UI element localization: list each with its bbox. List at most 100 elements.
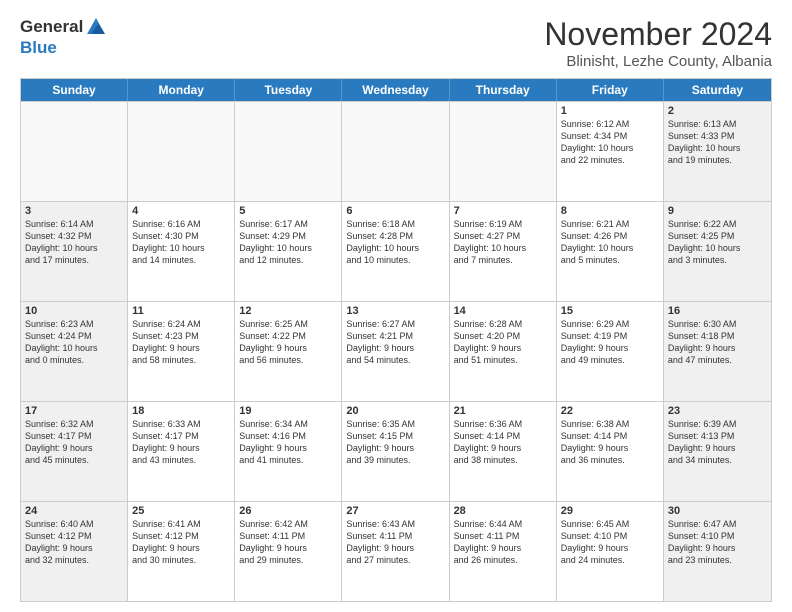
day-number: 13 bbox=[346, 305, 444, 317]
calendar-cell bbox=[235, 102, 342, 201]
calendar-cell: 30Sunrise: 6:47 AMSunset: 4:10 PMDayligh… bbox=[664, 502, 771, 601]
calendar-cell: 10Sunrise: 6:23 AMSunset: 4:24 PMDayligh… bbox=[21, 302, 128, 401]
calendar-cell: 15Sunrise: 6:29 AMSunset: 4:19 PMDayligh… bbox=[557, 302, 664, 401]
calendar-cell: 25Sunrise: 6:41 AMSunset: 4:12 PMDayligh… bbox=[128, 502, 235, 601]
calendar-cell: 22Sunrise: 6:38 AMSunset: 4:14 PMDayligh… bbox=[557, 402, 664, 501]
day-number: 29 bbox=[561, 505, 659, 517]
day-number: 14 bbox=[454, 305, 552, 317]
calendar-cell: 4Sunrise: 6:16 AMSunset: 4:30 PMDaylight… bbox=[128, 202, 235, 301]
calendar-cell: 5Sunrise: 6:17 AMSunset: 4:29 PMDaylight… bbox=[235, 202, 342, 301]
calendar-cell: 14Sunrise: 6:28 AMSunset: 4:20 PMDayligh… bbox=[450, 302, 557, 401]
logo-general: General bbox=[20, 17, 83, 37]
calendar-cell: 18Sunrise: 6:33 AMSunset: 4:17 PMDayligh… bbox=[128, 402, 235, 501]
day-info: Sunrise: 6:19 AMSunset: 4:27 PMDaylight:… bbox=[454, 218, 552, 267]
header-sunday: Sunday bbox=[21, 79, 128, 101]
calendar-cell: 13Sunrise: 6:27 AMSunset: 4:21 PMDayligh… bbox=[342, 302, 449, 401]
calendar-week-2: 3Sunrise: 6:14 AMSunset: 4:32 PMDaylight… bbox=[21, 201, 771, 301]
day-number: 15 bbox=[561, 305, 659, 317]
header-saturday: Saturday bbox=[664, 79, 771, 101]
day-info: Sunrise: 6:17 AMSunset: 4:29 PMDaylight:… bbox=[239, 218, 337, 267]
calendar-cell: 7Sunrise: 6:19 AMSunset: 4:27 PMDaylight… bbox=[450, 202, 557, 301]
day-number: 25 bbox=[132, 505, 230, 517]
day-number: 6 bbox=[346, 205, 444, 217]
day-info: Sunrise: 6:36 AMSunset: 4:14 PMDaylight:… bbox=[454, 418, 552, 467]
day-info: Sunrise: 6:38 AMSunset: 4:14 PMDaylight:… bbox=[561, 418, 659, 467]
calendar-cell: 17Sunrise: 6:32 AMSunset: 4:17 PMDayligh… bbox=[21, 402, 128, 501]
calendar-cell: 1Sunrise: 6:12 AMSunset: 4:34 PMDaylight… bbox=[557, 102, 664, 201]
header: General Blue November 2024 Blinisht, Lez… bbox=[20, 16, 772, 70]
day-info: Sunrise: 6:16 AMSunset: 4:30 PMDaylight:… bbox=[132, 218, 230, 267]
day-number: 20 bbox=[346, 405, 444, 417]
day-number: 24 bbox=[25, 505, 123, 517]
day-info: Sunrise: 6:32 AMSunset: 4:17 PMDaylight:… bbox=[25, 418, 123, 467]
calendar-cell: 21Sunrise: 6:36 AMSunset: 4:14 PMDayligh… bbox=[450, 402, 557, 501]
day-number: 23 bbox=[668, 405, 767, 417]
day-info: Sunrise: 6:29 AMSunset: 4:19 PMDaylight:… bbox=[561, 318, 659, 367]
calendar-cell: 29Sunrise: 6:45 AMSunset: 4:10 PMDayligh… bbox=[557, 502, 664, 601]
day-number: 10 bbox=[25, 305, 123, 317]
calendar-header: Sunday Monday Tuesday Wednesday Thursday… bbox=[21, 79, 771, 101]
day-info: Sunrise: 6:23 AMSunset: 4:24 PMDaylight:… bbox=[25, 318, 123, 367]
day-info: Sunrise: 6:13 AMSunset: 4:33 PMDaylight:… bbox=[668, 118, 767, 167]
day-info: Sunrise: 6:12 AMSunset: 4:34 PMDaylight:… bbox=[561, 118, 659, 167]
day-info: Sunrise: 6:30 AMSunset: 4:18 PMDaylight:… bbox=[668, 318, 767, 367]
day-info: Sunrise: 6:33 AMSunset: 4:17 PMDaylight:… bbox=[132, 418, 230, 467]
day-number: 16 bbox=[668, 305, 767, 317]
calendar-week-5: 24Sunrise: 6:40 AMSunset: 4:12 PMDayligh… bbox=[21, 501, 771, 601]
header-friday: Friday bbox=[557, 79, 664, 101]
day-info: Sunrise: 6:47 AMSunset: 4:10 PMDaylight:… bbox=[668, 518, 767, 567]
calendar-cell: 8Sunrise: 6:21 AMSunset: 4:26 PMDaylight… bbox=[557, 202, 664, 301]
day-info: Sunrise: 6:27 AMSunset: 4:21 PMDaylight:… bbox=[346, 318, 444, 367]
day-number: 1 bbox=[561, 105, 659, 117]
day-number: 12 bbox=[239, 305, 337, 317]
calendar-week-3: 10Sunrise: 6:23 AMSunset: 4:24 PMDayligh… bbox=[21, 301, 771, 401]
day-info: Sunrise: 6:44 AMSunset: 4:11 PMDaylight:… bbox=[454, 518, 552, 567]
location-subtitle: Blinisht, Lezhe County, Albania bbox=[544, 53, 772, 70]
logo: General Blue bbox=[20, 16, 107, 58]
day-number: 30 bbox=[668, 505, 767, 517]
day-number: 8 bbox=[561, 205, 659, 217]
day-number: 19 bbox=[239, 405, 337, 417]
day-info: Sunrise: 6:39 AMSunset: 4:13 PMDaylight:… bbox=[668, 418, 767, 467]
calendar-cell bbox=[342, 102, 449, 201]
title-block: November 2024 Blinisht, Lezhe County, Al… bbox=[544, 16, 772, 70]
logo-icon bbox=[85, 16, 107, 38]
day-info: Sunrise: 6:41 AMSunset: 4:12 PMDaylight:… bbox=[132, 518, 230, 567]
calendar-cell: 12Sunrise: 6:25 AMSunset: 4:22 PMDayligh… bbox=[235, 302, 342, 401]
day-number: 18 bbox=[132, 405, 230, 417]
day-info: Sunrise: 6:28 AMSunset: 4:20 PMDaylight:… bbox=[454, 318, 552, 367]
day-info: Sunrise: 6:45 AMSunset: 4:10 PMDaylight:… bbox=[561, 518, 659, 567]
day-number: 21 bbox=[454, 405, 552, 417]
calendar-cell: 24Sunrise: 6:40 AMSunset: 4:12 PMDayligh… bbox=[21, 502, 128, 601]
calendar-cell: 27Sunrise: 6:43 AMSunset: 4:11 PMDayligh… bbox=[342, 502, 449, 601]
day-info: Sunrise: 6:24 AMSunset: 4:23 PMDaylight:… bbox=[132, 318, 230, 367]
day-info: Sunrise: 6:14 AMSunset: 4:32 PMDaylight:… bbox=[25, 218, 123, 267]
page: General Blue November 2024 Blinisht, Lez… bbox=[0, 0, 792, 612]
day-info: Sunrise: 6:18 AMSunset: 4:28 PMDaylight:… bbox=[346, 218, 444, 267]
calendar-week-1: 1Sunrise: 6:12 AMSunset: 4:34 PMDaylight… bbox=[21, 101, 771, 201]
calendar-cell: 9Sunrise: 6:22 AMSunset: 4:25 PMDaylight… bbox=[664, 202, 771, 301]
calendar-cell: 2Sunrise: 6:13 AMSunset: 4:33 PMDaylight… bbox=[664, 102, 771, 201]
day-number: 22 bbox=[561, 405, 659, 417]
calendar-cell: 23Sunrise: 6:39 AMSunset: 4:13 PMDayligh… bbox=[664, 402, 771, 501]
day-number: 17 bbox=[25, 405, 123, 417]
day-number: 7 bbox=[454, 205, 552, 217]
logo-blue: Blue bbox=[20, 38, 57, 58]
header-monday: Monday bbox=[128, 79, 235, 101]
day-number: 9 bbox=[668, 205, 767, 217]
calendar-cell bbox=[21, 102, 128, 201]
calendar-week-4: 17Sunrise: 6:32 AMSunset: 4:17 PMDayligh… bbox=[21, 401, 771, 501]
day-number: 2 bbox=[668, 105, 767, 117]
calendar-cell: 11Sunrise: 6:24 AMSunset: 4:23 PMDayligh… bbox=[128, 302, 235, 401]
header-tuesday: Tuesday bbox=[235, 79, 342, 101]
calendar-cell: 28Sunrise: 6:44 AMSunset: 4:11 PMDayligh… bbox=[450, 502, 557, 601]
calendar-cell: 16Sunrise: 6:30 AMSunset: 4:18 PMDayligh… bbox=[664, 302, 771, 401]
month-title: November 2024 bbox=[544, 16, 772, 53]
calendar-cell: 26Sunrise: 6:42 AMSunset: 4:11 PMDayligh… bbox=[235, 502, 342, 601]
day-number: 28 bbox=[454, 505, 552, 517]
calendar-cell: 3Sunrise: 6:14 AMSunset: 4:32 PMDaylight… bbox=[21, 202, 128, 301]
calendar-cell: 6Sunrise: 6:18 AMSunset: 4:28 PMDaylight… bbox=[342, 202, 449, 301]
calendar: Sunday Monday Tuesday Wednesday Thursday… bbox=[20, 78, 772, 602]
day-info: Sunrise: 6:25 AMSunset: 4:22 PMDaylight:… bbox=[239, 318, 337, 367]
calendar-body: 1Sunrise: 6:12 AMSunset: 4:34 PMDaylight… bbox=[21, 101, 771, 601]
